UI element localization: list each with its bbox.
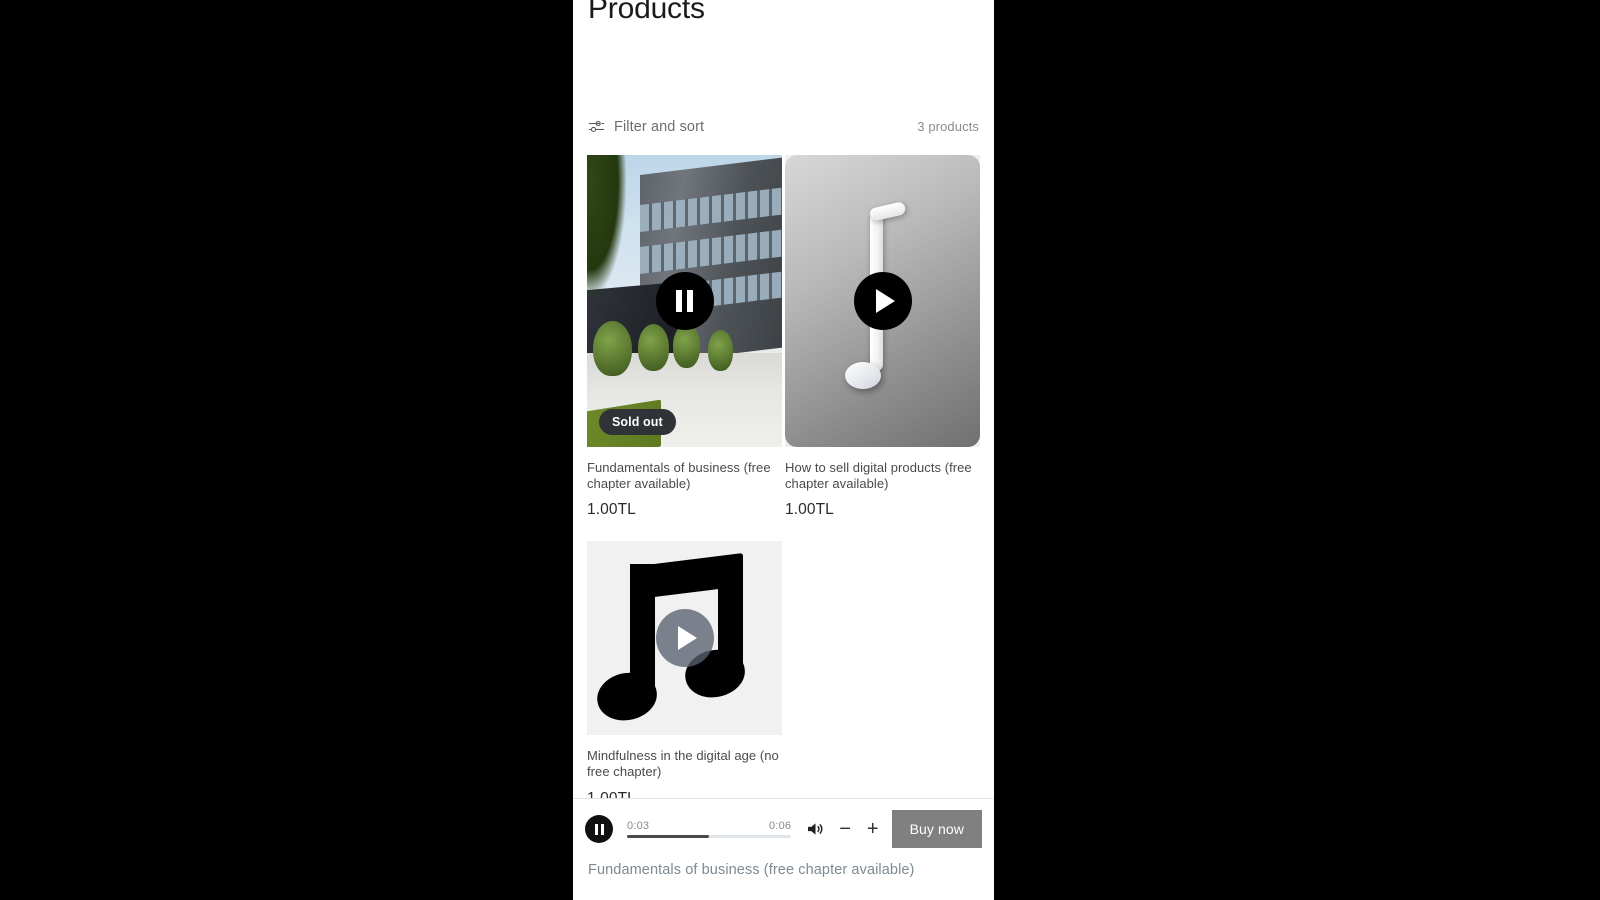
product-count: 3 products [917, 119, 979, 134]
product-title[interactable]: How to sell digital products (free chapt… [785, 460, 980, 493]
player-track-title[interactable]: Fundamentals of business (free chapter a… [585, 862, 982, 878]
product-card: How to sell digital products (free chapt… [785, 154, 980, 520]
player-seek-bar[interactable] [627, 835, 792, 838]
pause-icon [676, 289, 693, 312]
product-media[interactable] [587, 541, 782, 735]
page-header: Products [573, 0, 994, 27]
collection-toolbar: Filter and sort 3 products [573, 115, 994, 139]
product-card: Sold out Fundamentals of business (free … [587, 154, 782, 520]
product-price: 1.00TL [785, 501, 834, 518]
page-title: Products [588, 0, 705, 25]
filter-and-sort-button[interactable]: Filter and sort [588, 118, 704, 135]
volume-down-button[interactable]: − [836, 819, 854, 839]
player-pause-button[interactable] [585, 815, 613, 843]
speaker-wave-icon[interactable] [805, 819, 826, 839]
buy-now-button[interactable]: Buy now [891, 810, 982, 848]
media-play-button[interactable] [853, 271, 912, 330]
product-title[interactable]: Fundamentals of business (free chapter a… [587, 460, 782, 493]
product-grid: Sold out Fundamentals of business (free … [573, 154, 994, 808]
player-timestamps: 0:03 0:06 [627, 820, 791, 832]
product-media[interactable] [785, 154, 980, 447]
player-progress-fill [627, 835, 710, 838]
product-card: Mindfulness in the digital age (no free … [587, 541, 782, 808]
sliders-icon [588, 120, 605, 133]
audio-player-controls: 0:03 0:06 − + Buy now [585, 810, 982, 848]
play-icon [677, 626, 697, 650]
play-icon [875, 288, 895, 313]
total-time: 0:06 [769, 820, 792, 832]
mobile-viewport: Products Filter and sort 3 products Sold… [573, 0, 994, 900]
filter-and-sort-label: Filter and sort [614, 118, 705, 135]
pause-icon [594, 823, 598, 835]
media-play-button[interactable] [655, 609, 714, 667]
screen: Products Filter and sort 3 products Sold… [0, 0, 1600, 900]
player-progress-area: 0:03 0:06 [623, 820, 795, 838]
product-price: 1.00TL [587, 501, 636, 518]
current-time: 0:03 [627, 820, 650, 832]
media-pause-button[interactable] [655, 271, 714, 330]
status-badge: Sold out [599, 408, 676, 435]
product-title[interactable]: Mindfulness in the digital age (no free … [587, 748, 782, 781]
product-media[interactable]: Sold out [587, 154, 782, 447]
audio-player-bar: 0:03 0:06 − + Buy now Fundamentals of bu… [573, 798, 994, 900]
volume-up-button[interactable]: + [864, 819, 882, 839]
